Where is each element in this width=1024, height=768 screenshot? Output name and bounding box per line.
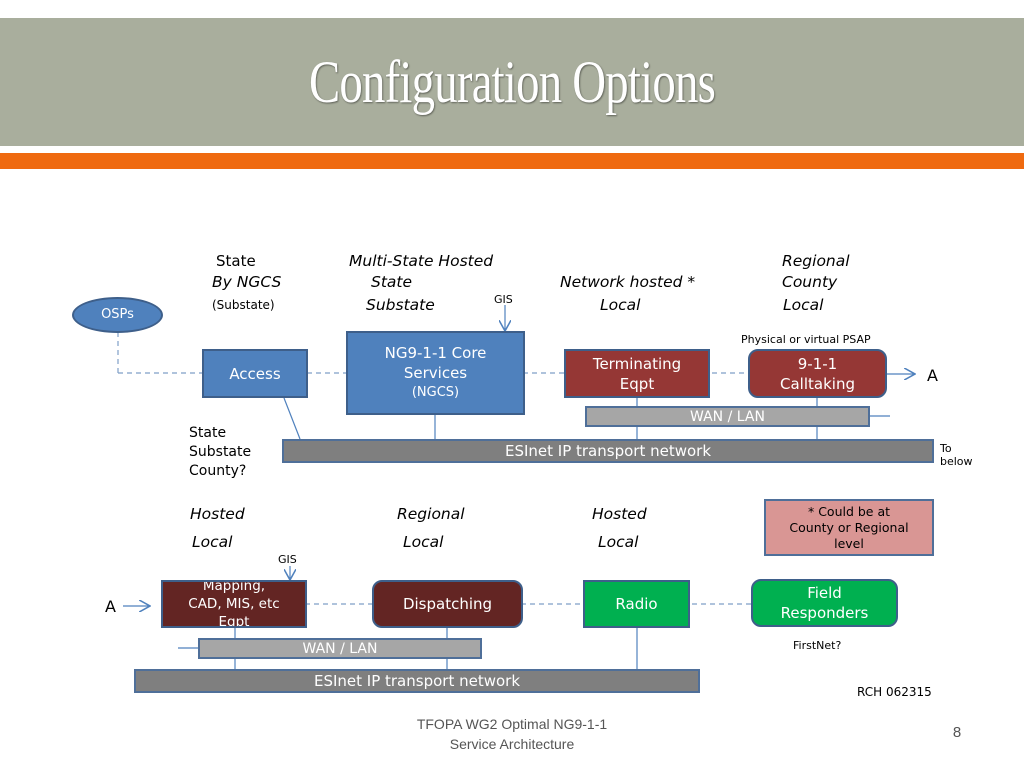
to-below-line1: To	[940, 442, 952, 455]
access-box-label: Access	[229, 364, 281, 383]
terminating-label-line1: Network hosted *	[560, 273, 696, 291]
page-number: 8	[952, 724, 962, 741]
gis-label-bottom: GIS	[278, 553, 297, 566]
ngcs-label-line3: Substate	[366, 296, 435, 314]
credit-label: RCH 062315	[857, 685, 932, 699]
dispatching-label-line1: Regional	[397, 505, 465, 523]
esinet-scope: State Substate County?	[189, 424, 251, 481]
to-below-note: To below	[940, 442, 973, 468]
ngcs-line3: (NGCS)	[411, 385, 460, 400]
osps-node: OSPs	[72, 297, 163, 333]
radio-label-line2: Local	[598, 533, 639, 551]
mapping-line1: Mapping,	[202, 580, 266, 594]
calltaking-label-line2: County	[782, 273, 838, 291]
footer-line2: Service Architecture	[449, 736, 575, 752]
wan-lan-bottom-label: WAN / LAN	[302, 640, 378, 657]
radio-label-line1: Hosted	[592, 505, 647, 523]
wan-lan-bottom: WAN / LAN	[198, 638, 482, 659]
radio-label: Radio	[615, 595, 658, 613]
connector-a-top: A	[927, 366, 938, 385]
field-responders-box: Field Responders	[751, 579, 898, 627]
access-box: Access	[202, 349, 308, 398]
scope-line3: County?	[189, 463, 247, 479]
dispatching-box: Dispatching	[372, 580, 523, 628]
note-box: * Could be at County or Regional level	[764, 499, 934, 556]
note-line3: level	[834, 535, 864, 551]
scope-line2: Substate	[189, 444, 252, 460]
esinet-top-label: ESInet IP transport network	[504, 442, 712, 460]
slide-footer: TFOPA WG2 Optimal NG9-1-1 Service Archit…	[380, 714, 644, 754]
calltaking-line2: Calltaking	[780, 374, 855, 393]
dispatching-label: Dispatching	[402, 595, 493, 613]
mapping-cad-box: Mapping, CAD, MIS, etc Eqpt	[161, 580, 307, 628]
mapping-line2: CAD, MIS, etc	[188, 596, 280, 612]
wan-lan-top-label: WAN / LAN	[690, 408, 765, 425]
terminating-line2: Eqpt	[619, 374, 655, 393]
access-esinet-link	[283, 397, 301, 440]
mapping-label-line1: Hosted	[190, 505, 245, 523]
esinet-bottom-label: ESInet IP transport network	[313, 672, 521, 690]
scope-line1: State	[189, 425, 227, 441]
terminating-label-line2: Local	[600, 296, 641, 314]
calltaking-label-line3: Local	[783, 296, 824, 314]
radio-box: Radio	[583, 580, 690, 628]
dispatching-label-line2: Local	[403, 533, 444, 551]
field-responders-line2: Responders	[780, 604, 869, 622]
calltaking-line1: 9-1-1	[797, 354, 838, 373]
note-line1: * Could be at	[807, 503, 891, 519]
terminating-line1: Terminating	[592, 354, 682, 373]
access-label-line1: State	[216, 252, 256, 270]
ngcs-line1: NG9-1-1 Core	[384, 344, 487, 362]
to-below-line2: below	[940, 455, 973, 468]
access-label-line3: (Substate)	[212, 298, 275, 312]
mapping-label-line2: Local	[192, 533, 233, 551]
esinet-bottom: ESInet IP transport network	[134, 669, 700, 693]
mapping-line3: Eqpt	[218, 614, 250, 628]
firstnet-label: FirstNet?	[793, 639, 842, 652]
ngcs-label-line1: Multi-State Hosted	[349, 252, 494, 270]
terminating-eqpt-box: Terminating Eqpt	[564, 349, 710, 398]
field-responders-line1: Field	[807, 584, 842, 602]
gis-label-top: GIS	[494, 293, 513, 306]
esinet-top: ESInet IP transport network	[282, 439, 934, 463]
osps-label: OSPs	[101, 307, 134, 322]
wan-lan-top: WAN / LAN	[585, 406, 870, 427]
psap-label: Physical or virtual PSAP	[741, 333, 871, 346]
ngcs-label-line2: State	[371, 273, 413, 291]
ngcs-box: NG9-1-1 Core Services (NGCS)	[346, 331, 525, 415]
access-label-line2: By NGCS	[212, 273, 282, 291]
connector-a-bottom: A	[105, 597, 116, 616]
ngcs-line2: Services	[403, 364, 468, 382]
note-line2: County or Regional	[789, 519, 909, 535]
footer-line1: TFOPA WG2 Optimal NG9-1-1	[416, 716, 608, 732]
calltaking-box: 9-1-1 Calltaking	[748, 349, 887, 398]
calltaking-label-line1: Regional	[782, 252, 850, 270]
